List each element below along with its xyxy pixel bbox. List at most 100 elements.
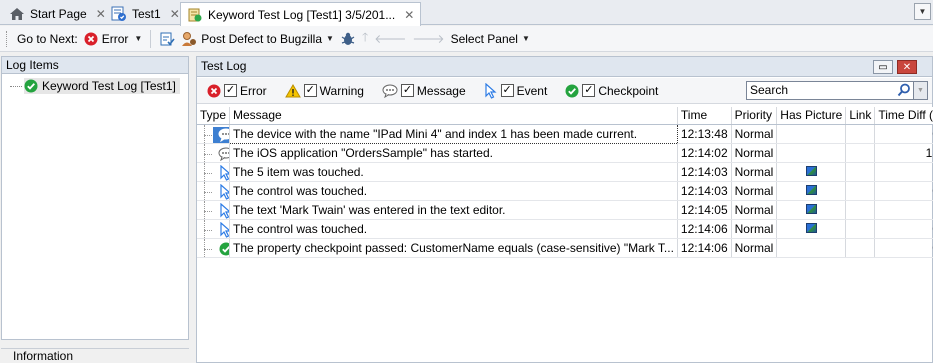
row-link[interactable] [845,143,876,163]
search-icon[interactable] [897,83,911,97]
tab-start-page[interactable]: Start Page ✕ [2,2,113,25]
row-type-cell[interactable] [197,143,231,163]
row-has-picture[interactable] [776,238,847,258]
tab-list-dropdown[interactable]: ▼ [914,3,931,20]
row-link[interactable] [845,200,876,220]
restore-panel-button[interactable]: ▭ [873,60,893,74]
row-type-cell[interactable] [197,200,231,220]
row-link[interactable] [845,238,876,258]
picture-icon[interactable] [805,184,817,195]
row-priority[interactable]: Normal [731,200,778,220]
arrow-right-icon[interactable]: 🡒 [412,31,444,46]
go-to-next-error-button[interactable]: Error [84,32,128,46]
table-row[interactable]: The control was touched. 12:14:03 Normal… [197,181,933,201]
row-priority[interactable]: Normal [731,143,778,163]
row-priority[interactable]: Normal [731,219,778,239]
row-time[interactable]: 12:13:48 [677,124,732,144]
table-row[interactable]: The control was touched. 12:14:06 Normal… [197,219,933,239]
table-row[interactable]: The text 'Mark Twain' was entered in the… [197,200,933,220]
row-message[interactable]: The device with the name "IPad Mini 4" a… [229,123,678,144]
chevron-down-icon[interactable]: ▼ [134,34,142,43]
message-checkbox[interactable]: ✓ [400,84,414,97]
row-link[interactable] [845,162,876,182]
row-link[interactable] [845,219,876,239]
checkpoint-checkbox[interactable]: ✓ [582,84,596,97]
row-has-picture[interactable] [776,162,847,182]
row-has-picture[interactable] [776,200,847,220]
arrow-left-icon[interactable]: 🡐 [374,31,406,46]
column-header-link[interactable]: Link [845,107,876,125]
column-header-has-picture[interactable]: Has Picture [776,107,847,125]
row-time-diff[interactable]: 0.00 [874,124,933,144]
table-row[interactable]: The 5 item was touched. 12:14:03 Normal … [197,162,933,182]
picture-icon[interactable] [805,203,817,214]
row-time[interactable]: 12:14:03 [677,162,732,182]
row-time-diff[interactable]: 0.56 [874,181,933,201]
tree-item-keyword-test-log[interactable]: Keyword Test Log [Test1] [24,78,180,94]
row-message[interactable]: The iOS application "OrdersSample" has s… [229,143,678,163]
row-time-diff[interactable]: 1.92 [874,200,933,220]
row-type-cell[interactable] [197,124,231,144]
error-checkbox[interactable]: ✓ [224,84,237,97]
filter-event[interactable]: ✓ Event [484,82,547,99]
row-message[interactable]: The property checkpoint passed: Customer… [229,238,678,258]
filter-message[interactable]: ✓ Message [382,84,466,98]
event-checkbox[interactable]: ✓ [500,84,514,97]
row-time-diff[interactable]: 1.02 [874,162,933,182]
tab-keyword-test-log[interactable]: Keyword Test Log [Test1] 3/5/201... ✕ [180,2,422,26]
row-time[interactable]: 12:14:05 [677,200,732,220]
toolbar-grip[interactable] [6,30,9,47]
column-header-time[interactable]: Time [677,107,732,125]
select-panel-button[interactable]: Select Panel ▼ [451,32,530,46]
row-has-picture[interactable] [776,181,847,201]
row-type-cell[interactable] [197,181,231,201]
row-time-diff[interactable]: 13.70 [874,143,933,163]
row-link[interactable] [845,181,876,201]
table-row[interactable]: The device with the name "IPad Mini 4" a… [197,123,933,144]
column-header-type[interactable]: Type [197,107,231,125]
column-header-message[interactable]: Message [229,107,678,125]
filter-checkpoint[interactable]: ✓ Checkpoint [565,84,658,98]
search-input[interactable]: Search [746,81,914,100]
row-type-cell[interactable] [197,219,231,239]
table-row[interactable]: The property checkpoint passed: Customer… [197,238,933,258]
post-defect-button[interactable]: Post Defect to Bugzilla ▼ [181,31,334,47]
row-message[interactable]: The control was touched. [229,181,678,201]
bug-button[interactable] [340,31,356,47]
row-message[interactable]: The text 'Mark Twain' was entered in the… [229,200,678,220]
picture-icon[interactable] [805,222,817,233]
row-message[interactable]: The 5 item was touched. [229,162,678,182]
row-message[interactable]: The control was touched. [229,219,678,239]
close-icon[interactable]: ✕ [404,8,414,22]
row-type-cell[interactable] [197,162,231,182]
row-time[interactable]: 12:14:03 [677,181,732,201]
filter-warning[interactable]: ✓ Warning [284,84,364,98]
row-link[interactable] [845,124,876,144]
information-header[interactable]: Information [1,348,189,363]
row-has-picture[interactable] [776,124,847,144]
close-panel-button[interactable]: ✕ [897,60,917,74]
row-priority[interactable]: Normal [731,181,778,201]
filter-error[interactable]: ✓ Error [207,84,267,98]
verify-defect-button[interactable] [159,31,175,47]
row-time-diff[interactable]: 0.56 [874,219,933,239]
row-time-diff[interactable]: 0.24 [874,238,933,258]
table-row[interactable]: The iOS application "OrdersSample" has s… [197,143,933,163]
row-time[interactable]: 12:14:06 [677,219,732,239]
arrow-up-icon[interactable]: 🡑 [362,28,368,49]
search-dropdown[interactable]: ▼ [914,81,928,100]
row-has-picture[interactable] [776,219,847,239]
row-priority[interactable]: Normal [731,162,778,182]
picture-icon[interactable] [805,165,817,176]
row-has-picture[interactable] [776,143,847,163]
row-priority[interactable]: Normal [731,238,778,258]
warning-checkbox[interactable]: ✓ [303,84,317,97]
row-time[interactable]: 12:14:06 [677,238,732,258]
column-header-time-diff[interactable]: Time Diff (sec) [874,107,933,125]
row-priority[interactable]: Normal [731,124,778,144]
tab-test1[interactable]: Test1 ✕ [104,2,187,25]
row-time[interactable]: 12:14:02 [677,143,732,163]
close-icon[interactable]: ✕ [170,7,180,21]
column-header-priority[interactable]: Priority [731,107,778,125]
row-type-cell[interactable] [197,238,231,258]
